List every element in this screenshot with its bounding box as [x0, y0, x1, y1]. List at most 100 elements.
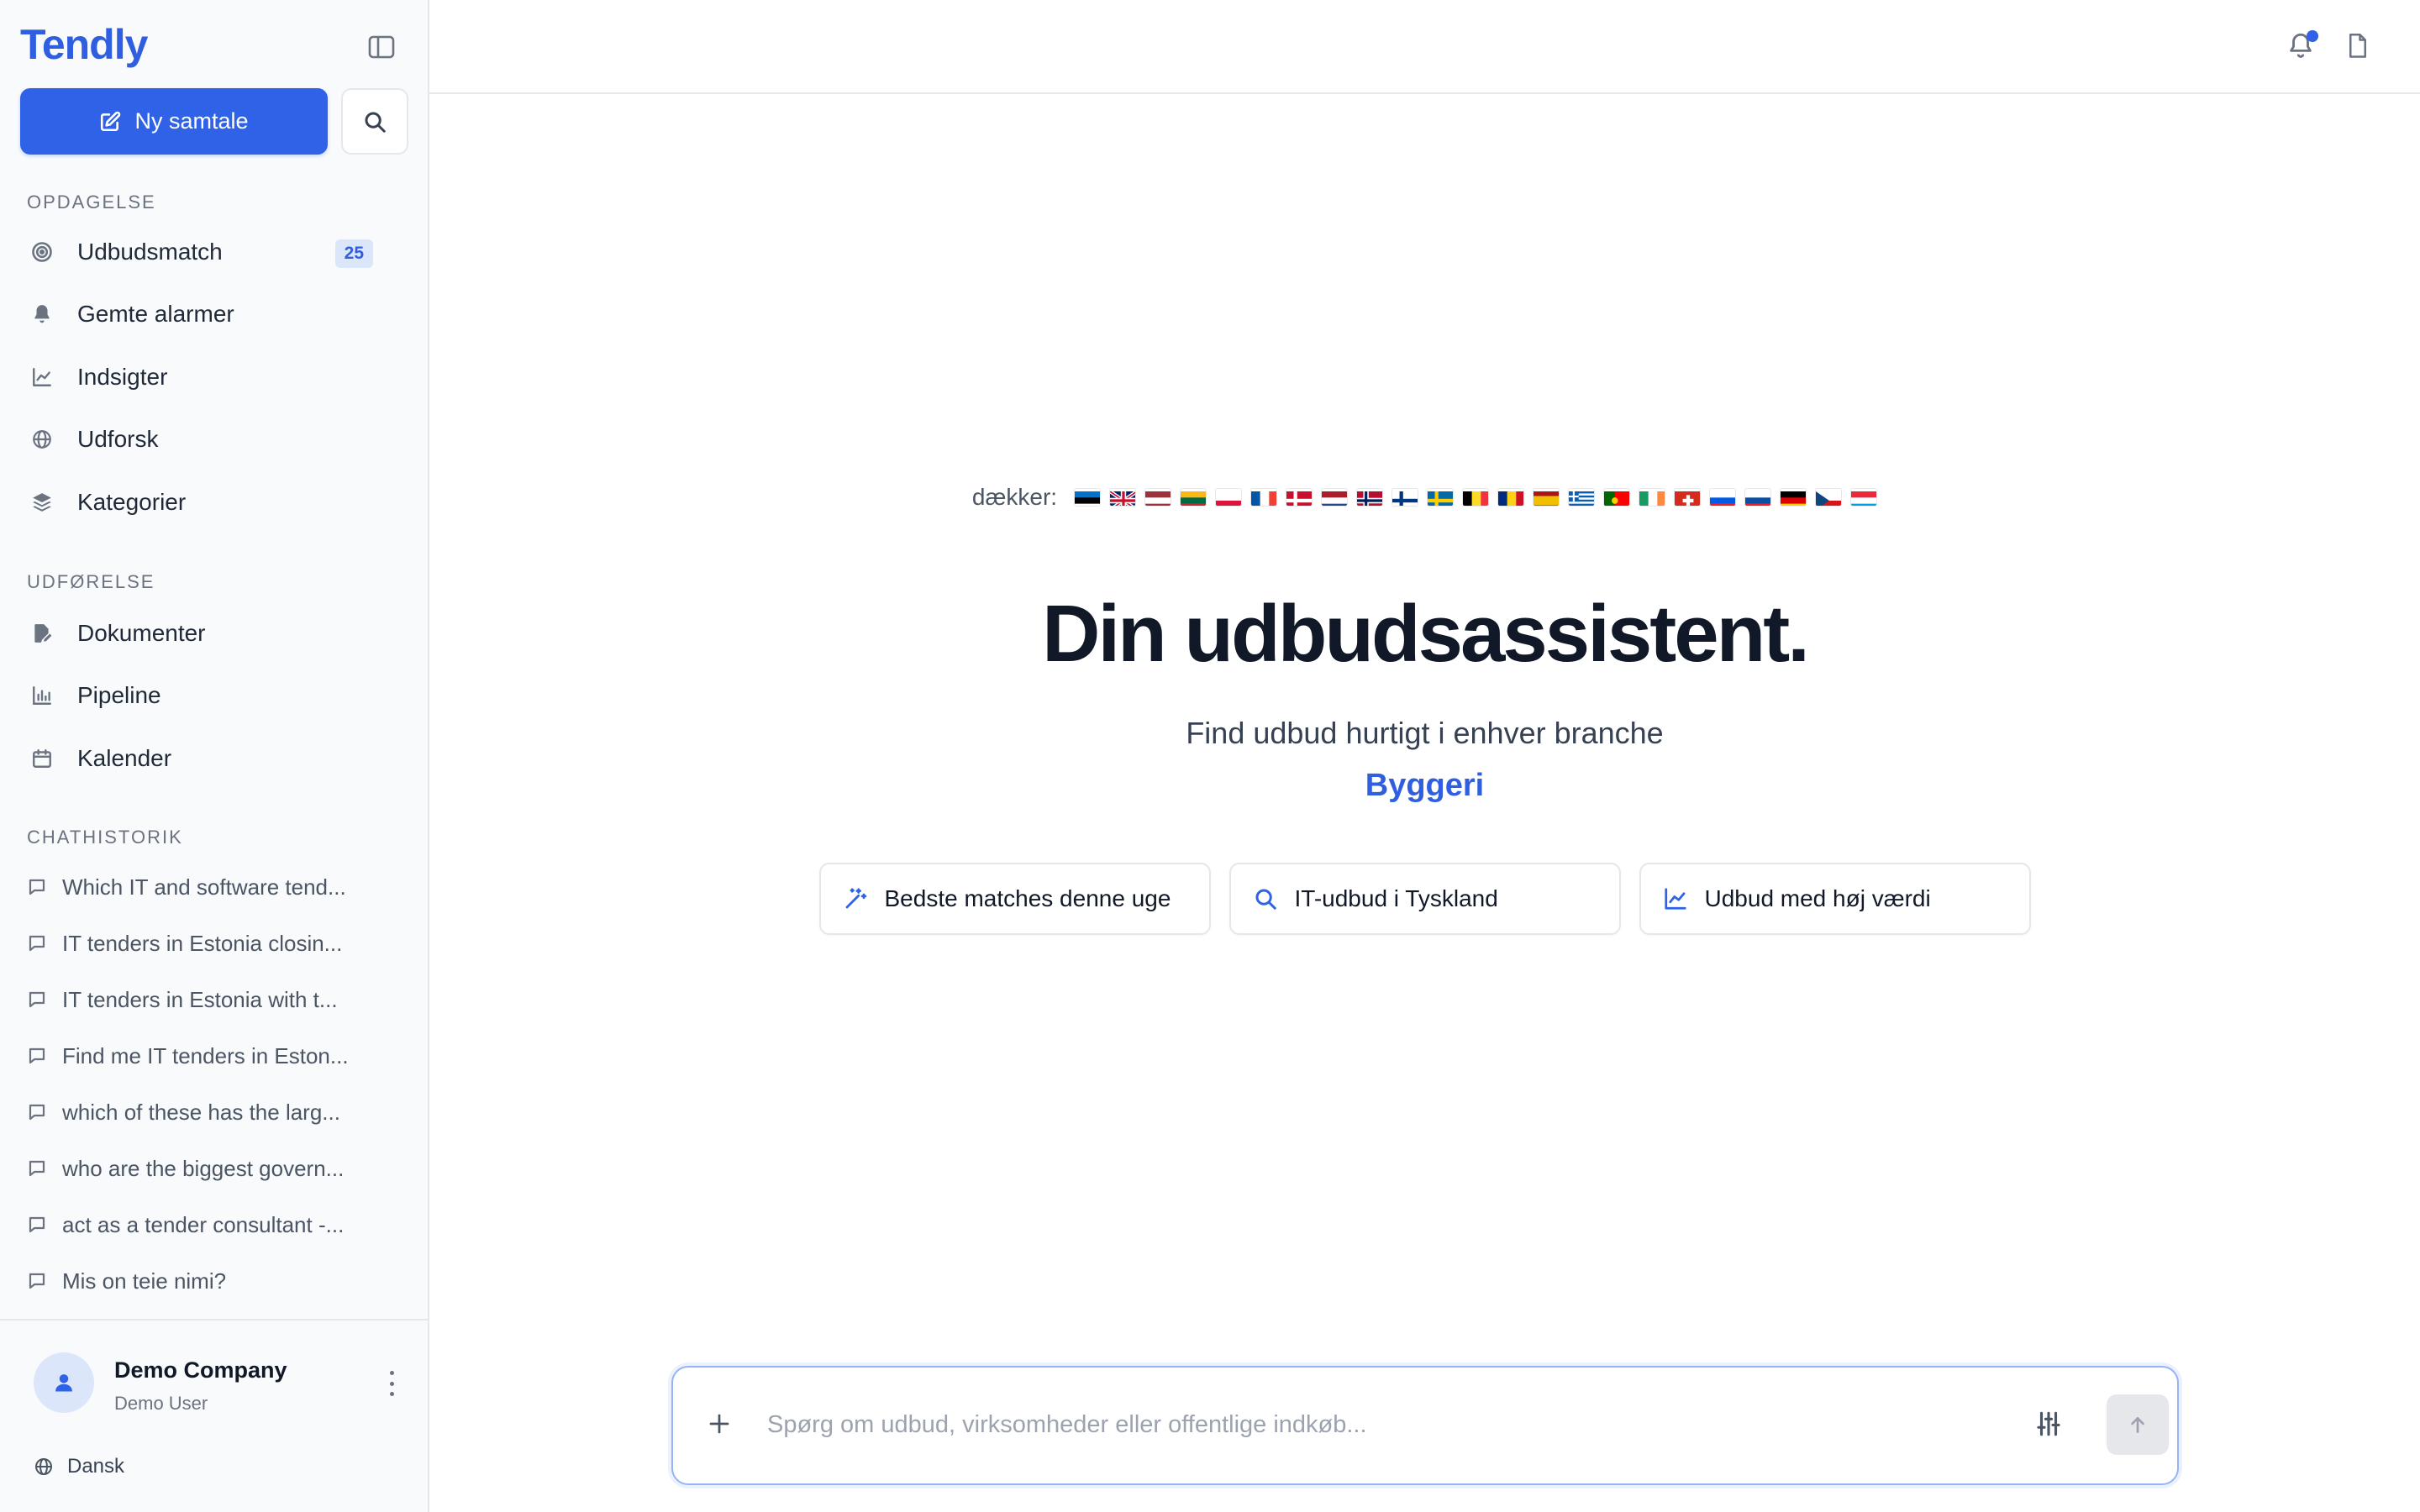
nav-item-kalender[interactable]: Kalender [20, 732, 390, 785]
notifications-button[interactable] [2286, 30, 2320, 64]
documents-button[interactable] [2345, 32, 2374, 62]
sidebar-toggle-icon [368, 35, 395, 59]
notification-dot [2307, 30, 2318, 42]
flag-pl-icon [1215, 488, 1243, 507]
chat-history-title: which of these has the larg... [62, 1099, 340, 1125]
chip-label: Bedste matches denne uge [884, 885, 1171, 911]
trend-chart-icon [1664, 888, 1686, 910]
attach-button[interactable] [707, 1411, 732, 1436]
user-icon [55, 1374, 72, 1392]
flag-es-icon [1533, 488, 1560, 507]
flag-dk-icon [1286, 488, 1313, 507]
plus-icon [709, 1414, 729, 1434]
match-count-badge: 25 [334, 239, 373, 268]
suggestion-best-matches[interactable]: Bedste matches denne uge [818, 863, 1211, 935]
flag-fi-icon [1392, 488, 1419, 507]
page-title: Din udbudsassistent. [1042, 589, 1810, 679]
globe-icon [35, 1458, 52, 1475]
main-content: dækker: Din udbudsassistent. Find udbud … [429, 0, 2420, 1512]
new-chat-button[interactable]: Ny samtale [20, 88, 328, 155]
chat-history-item[interactable]: act as a tender consultant -... [20, 1203, 398, 1247]
top-bar [429, 0, 2420, 94]
message-icon [29, 1047, 45, 1064]
nav-item-kategorier[interactable]: Kategorier [20, 475, 390, 529]
chat-history-item[interactable]: which of these has the larg... [20, 1090, 398, 1134]
nav-item-udforsk[interactable]: Udforsk [20, 412, 390, 466]
message-icon [29, 1273, 45, 1289]
message-icon [29, 879, 45, 895]
flag-cz-icon [1815, 488, 1843, 507]
nav-item-pipeline[interactable]: Pipeline [20, 669, 390, 722]
language-selector[interactable]: Dansk [34, 1452, 124, 1482]
flag-be-icon [1462, 488, 1490, 507]
nav-item-label: Udbudsmatch [77, 239, 223, 265]
bell-icon [29, 301, 55, 328]
message-icon [29, 935, 45, 952]
search-icon [365, 112, 386, 133]
flag-nl-icon [1321, 488, 1349, 507]
message-icon [29, 1160, 45, 1177]
page-subtitle: Find udbud hurtigt i enhver branche [1186, 716, 1664, 750]
user-profile[interactable]: Demo Company Demo User [0, 1319, 428, 1453]
document-edit-icon [29, 620, 55, 647]
suggestion-high-value[interactable]: Udbud med høj værdi [1639, 863, 2031, 935]
target-icon [29, 239, 55, 265]
coverage-countries: dækker: [429, 484, 2420, 511]
section-label-history: CHATHISTORIK [27, 827, 183, 848]
calendar-icon [29, 745, 55, 772]
logo[interactable]: Tendly [20, 20, 148, 69]
nav-item-indsigter[interactable]: Indsigter [20, 350, 390, 404]
suggestion-it-germany[interactable]: IT-udbud i Tyskland [1228, 863, 1621, 935]
chat-history-title: IT tenders in Estonia with t... [62, 986, 338, 1012]
section-label-discovery: OPDAGELSE [27, 192, 156, 213]
filters-button[interactable] [2034, 1410, 2065, 1440]
chat-history-title: IT tenders in Estonia closin... [62, 930, 343, 956]
flag-se-icon [1427, 488, 1455, 507]
flag-lv-icon [1144, 488, 1172, 507]
message-icon [29, 1104, 45, 1121]
chat-history-title: Which IT and software tend... [62, 874, 346, 900]
chat-history-title: Find me IT tenders in Eston... [62, 1042, 349, 1068]
document-icon [2349, 34, 2366, 58]
nav-item-dokumenter[interactable]: Dokumenter [20, 606, 390, 660]
chat-composer [671, 1366, 2179, 1485]
nav-item-label: Indsigter [77, 364, 168, 390]
new-chat-label: Ny samtale [134, 108, 249, 134]
nav-item-gemte-alarmer[interactable]: Gemte alarmer [20, 287, 390, 341]
bar-chart-icon [29, 682, 55, 709]
search-button[interactable] [341, 88, 408, 155]
flag-de-icon [1780, 488, 1807, 507]
sidebar-toggle-button[interactable] [363, 32, 400, 62]
nav-item-label: Gemte alarmer [77, 301, 234, 327]
send-button[interactable] [2107, 1394, 2169, 1455]
flag-sk-icon [1744, 488, 1772, 507]
chat-input[interactable] [767, 1401, 1969, 1448]
line-chart-icon [29, 364, 55, 391]
more-vertical-icon[interactable] [383, 1371, 400, 1396]
nav-item-label: Kalender [77, 745, 172, 771]
chat-history-item[interactable]: Mis on teie nimi? [20, 1259, 398, 1303]
chip-label: IT-udbud i Tyskland [1294, 885, 1498, 911]
user-role: Demo User [114, 1393, 208, 1414]
flag-ie-icon [1639, 488, 1666, 507]
user-name: Demo Company [114, 1357, 287, 1383]
chat-history-item[interactable]: who are the biggest govern... [20, 1147, 398, 1190]
arrow-up-icon [2131, 1417, 2144, 1433]
nav-item-udbudsmatch[interactable]: Udbudsmatch 25 [20, 225, 390, 279]
flag-lt-icon [1180, 488, 1207, 507]
chat-history-item[interactable]: IT tenders in Estonia closin... [20, 921, 398, 965]
nav-item-label: Pipeline [77, 682, 161, 708]
suggestion-chips: Bedste matches denne uge IT-udbud i Tysk… [429, 863, 2420, 935]
section-label-execution: UDFØRELSE [27, 571, 155, 592]
app: Tendly Ny samtale OPDAGELSE Udbudsmatch [0, 0, 2420, 1512]
nav-item-label: Udforsk [77, 426, 159, 452]
chat-history-item[interactable]: Find me IT tenders in Eston... [20, 1034, 398, 1078]
chat-history-item[interactable]: Which IT and software tend... [20, 865, 398, 909]
chip-label: Udbud med høj værdi [1704, 885, 1931, 911]
flag-ch-icon [1674, 488, 1702, 507]
coverage-label: dækker: [971, 484, 1058, 510]
chat-history-item[interactable]: IT tenders in Estonia with t... [20, 978, 398, 1021]
message-icon [29, 1216, 45, 1233]
language-label: Dansk [67, 1455, 125, 1478]
chat-history-title: Mis on teie nimi? [62, 1268, 227, 1294]
